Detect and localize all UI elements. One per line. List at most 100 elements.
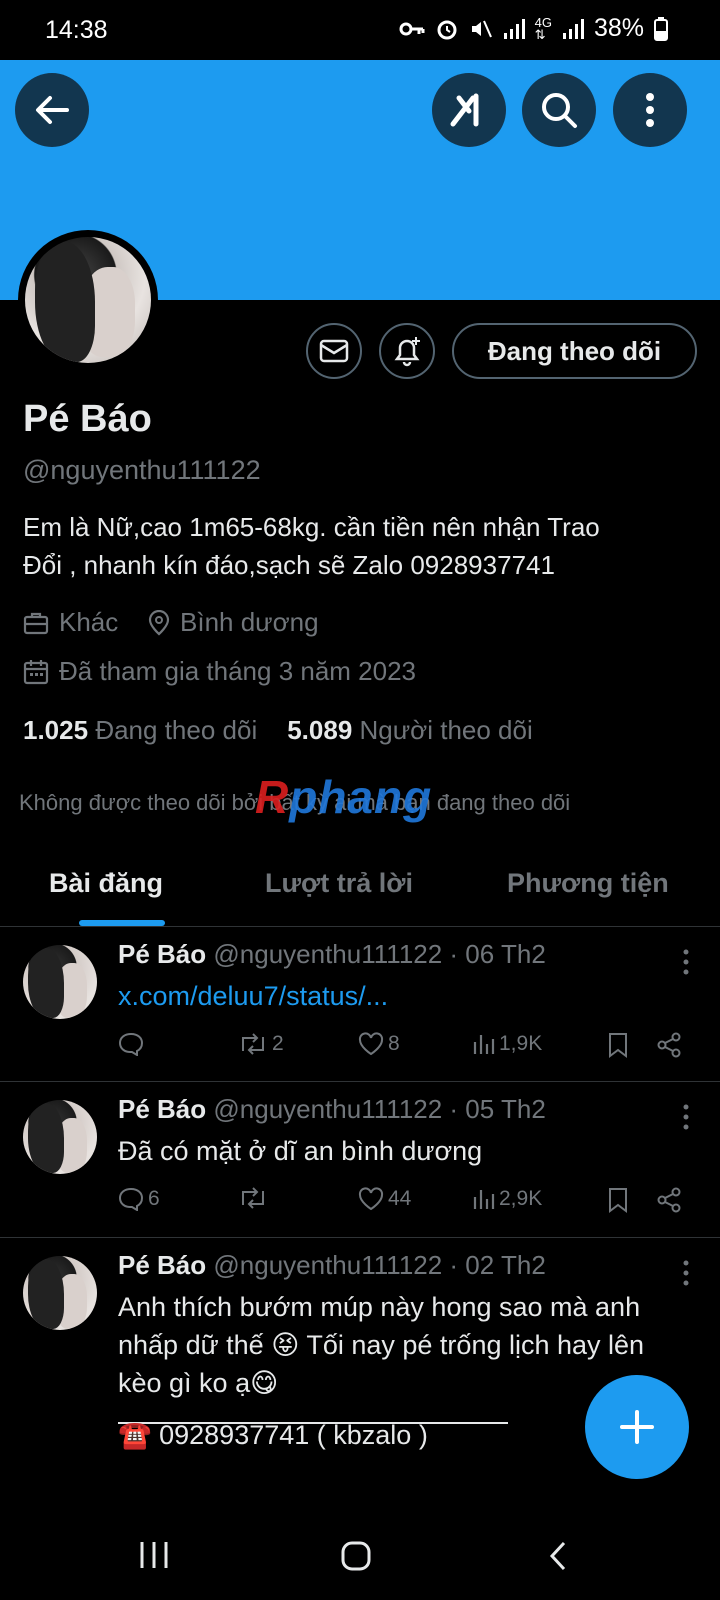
post-text: Anh thích bướm múp này hong sao mà anh n…: [118, 1288, 678, 1402]
post-actions: 6 44 2,9K: [118, 1187, 688, 1217]
notifications-button[interactable]: [379, 323, 435, 379]
like-button[interactable]: 44: [358, 1187, 411, 1211]
post-more-icon[interactable]: [682, 949, 690, 975]
post-avatar[interactable]: [23, 1256, 97, 1330]
following-count[interactable]: 1.025 Đang theo dõi: [23, 715, 257, 746]
post[interactable]: Pé Báo @nguyenthu111122 · 06 Th2 x.com/d…: [0, 927, 720, 1082]
profile-location: Bình dương: [148, 607, 319, 638]
reply-button[interactable]: 6: [118, 1187, 160, 1211]
like-button[interactable]: 8: [358, 1032, 400, 1056]
post-avatar[interactable]: [23, 945, 97, 1019]
battery-icon: [654, 16, 668, 41]
mute-icon: [471, 20, 492, 37]
post-meta: @nguyenthu111122 · 05 Th2: [213, 1094, 546, 1124]
post-meta: @nguyenthu111122 · 02 Th2: [213, 1250, 546, 1280]
watermark: Rphang: [255, 770, 432, 824]
more-vertical-icon: [646, 93, 654, 127]
grok-button[interactable]: [432, 73, 506, 147]
post-meta: @nguyenthu111122 · 06 Th2: [213, 939, 546, 969]
post-more-icon[interactable]: [682, 1260, 690, 1286]
grok-icon: [450, 93, 479, 127]
post-author: Pé Báo: [118, 1094, 207, 1124]
post-author: Pé Báo: [118, 939, 207, 969]
alarm-icon: [437, 20, 457, 39]
network-4g-icon: 4G ⇅: [534, 14, 552, 42]
views-icon: [473, 1035, 495, 1054]
home-icon[interactable]: [340, 1540, 372, 1572]
post-text-line: Anh thích bướm múp này hong sao mà anh: [118, 1292, 641, 1322]
followers-count[interactable]: 5.089 Người theo dõi: [287, 715, 533, 746]
views-icon: [473, 1190, 495, 1209]
repost-button[interactable]: [238, 1187, 272, 1209]
search-icon: [542, 93, 577, 128]
signal-icon-2: [562, 18, 584, 39]
calendar-icon: [23, 659, 49, 684]
profile-joined: Đã tham gia tháng 3 năm 2023: [23, 656, 416, 687]
views-count: 2,9K: [499, 1187, 543, 1210]
profile-name: Pé Báo: [23, 398, 152, 440]
briefcase-icon: [23, 612, 49, 634]
status-icons: 4G ⇅ 38%: [399, 14, 668, 43]
recent-apps-icon[interactable]: [138, 1540, 170, 1570]
avatar-image: [25, 237, 151, 363]
bell-plus-icon: [394, 337, 420, 367]
reply-icon: [118, 1187, 144, 1211]
share-icon[interactable]: [656, 1032, 682, 1058]
battery-percent: 38%: [593, 14, 644, 42]
joined-text: Đã tham gia tháng 3 năm 2023: [59, 656, 417, 686]
bookmark-icon[interactable]: [608, 1187, 628, 1213]
profile-avatar[interactable]: [18, 230, 158, 370]
repost-icon: [242, 1033, 264, 1055]
repost-icon: [242, 1187, 264, 1209]
message-button[interactable]: [306, 323, 362, 379]
followers-label: Người theo dõi: [359, 715, 533, 745]
profile-handle: @nguyenthu111122: [23, 455, 261, 485]
views-button[interactable]: 1,9K: [473, 1032, 542, 1056]
share-icon[interactable]: [656, 1187, 682, 1213]
bio-line: Đổi , nhanh kín đáo,sạch sẽ Zalo 0928937…: [23, 550, 555, 580]
reply-button[interactable]: [118, 1032, 148, 1056]
more-options-button[interactable]: [613, 73, 687, 147]
location-pin-icon: [148, 609, 170, 635]
post-text-line: nhấp dữ thế 😝 Tối nay pé trống lịch hay …: [118, 1330, 645, 1360]
active-tab-indicator: [79, 920, 165, 926]
watermark-rest: phang: [289, 771, 433, 823]
post-header: Pé Báo @nguyenthu111122 · 06 Th2: [118, 939, 546, 970]
back-nav-icon[interactable]: [548, 1540, 568, 1572]
following-button[interactable]: Đang theo dõi: [452, 323, 697, 379]
post-avatar[interactable]: [23, 1100, 97, 1174]
like-count: 44: [388, 1187, 412, 1210]
watermark-r: R: [255, 771, 290, 823]
signal-icon: [503, 18, 525, 39]
search-button[interactable]: [522, 73, 596, 147]
reply-icon: [118, 1032, 144, 1056]
repost-button[interactable]: 2: [238, 1032, 284, 1056]
profile-counts: 1.025 Đang theo dõi 5.089 Người theo dõi: [23, 715, 533, 746]
profile-bio: Em là Nữ,cao 1m65-68kg. cần tiền nên nhậ…: [23, 508, 683, 584]
heart-icon: [358, 1187, 384, 1211]
system-nav-bar: [0, 1510, 720, 1600]
followers-number: 5.089: [287, 715, 353, 745]
back-button[interactable]: [15, 73, 89, 147]
views-button[interactable]: 2,9K: [473, 1187, 542, 1211]
following-label: Đang theo dõi: [95, 715, 258, 745]
status-bar: 14:38 4G ⇅ 38%: [0, 0, 720, 60]
tab-media[interactable]: Phương tiện: [507, 868, 669, 899]
post-more-icon[interactable]: [682, 1104, 690, 1130]
tab-replies[interactable]: Lượt trả lời: [265, 868, 413, 899]
category-text: Khác: [59, 607, 119, 637]
bio-line: Em là Nữ,cao 1m65-68kg. cần tiền nên nhậ…: [23, 512, 600, 542]
tab-posts[interactable]: Bài đăng: [49, 868, 163, 899]
post-header: Pé Báo @nguyenthu111122 · 05 Th2: [118, 1094, 546, 1125]
post[interactable]: Pé Báo @nguyenthu111122 · 05 Th2 Đã có m…: [0, 1082, 720, 1238]
heart-icon: [358, 1032, 384, 1056]
profile-category: Khác: [23, 607, 118, 638]
bookmark-icon[interactable]: [608, 1032, 628, 1058]
views-count: 1,9K: [499, 1032, 543, 1055]
reply-count: 6: [148, 1187, 160, 1210]
post-link[interactable]: x.com/deluu7/status/...: [118, 977, 678, 1015]
following-number: 1.025: [23, 715, 89, 745]
compose-button[interactable]: [585, 1375, 689, 1479]
plus-icon: [620, 1410, 654, 1444]
key-icon: [399, 22, 425, 35]
